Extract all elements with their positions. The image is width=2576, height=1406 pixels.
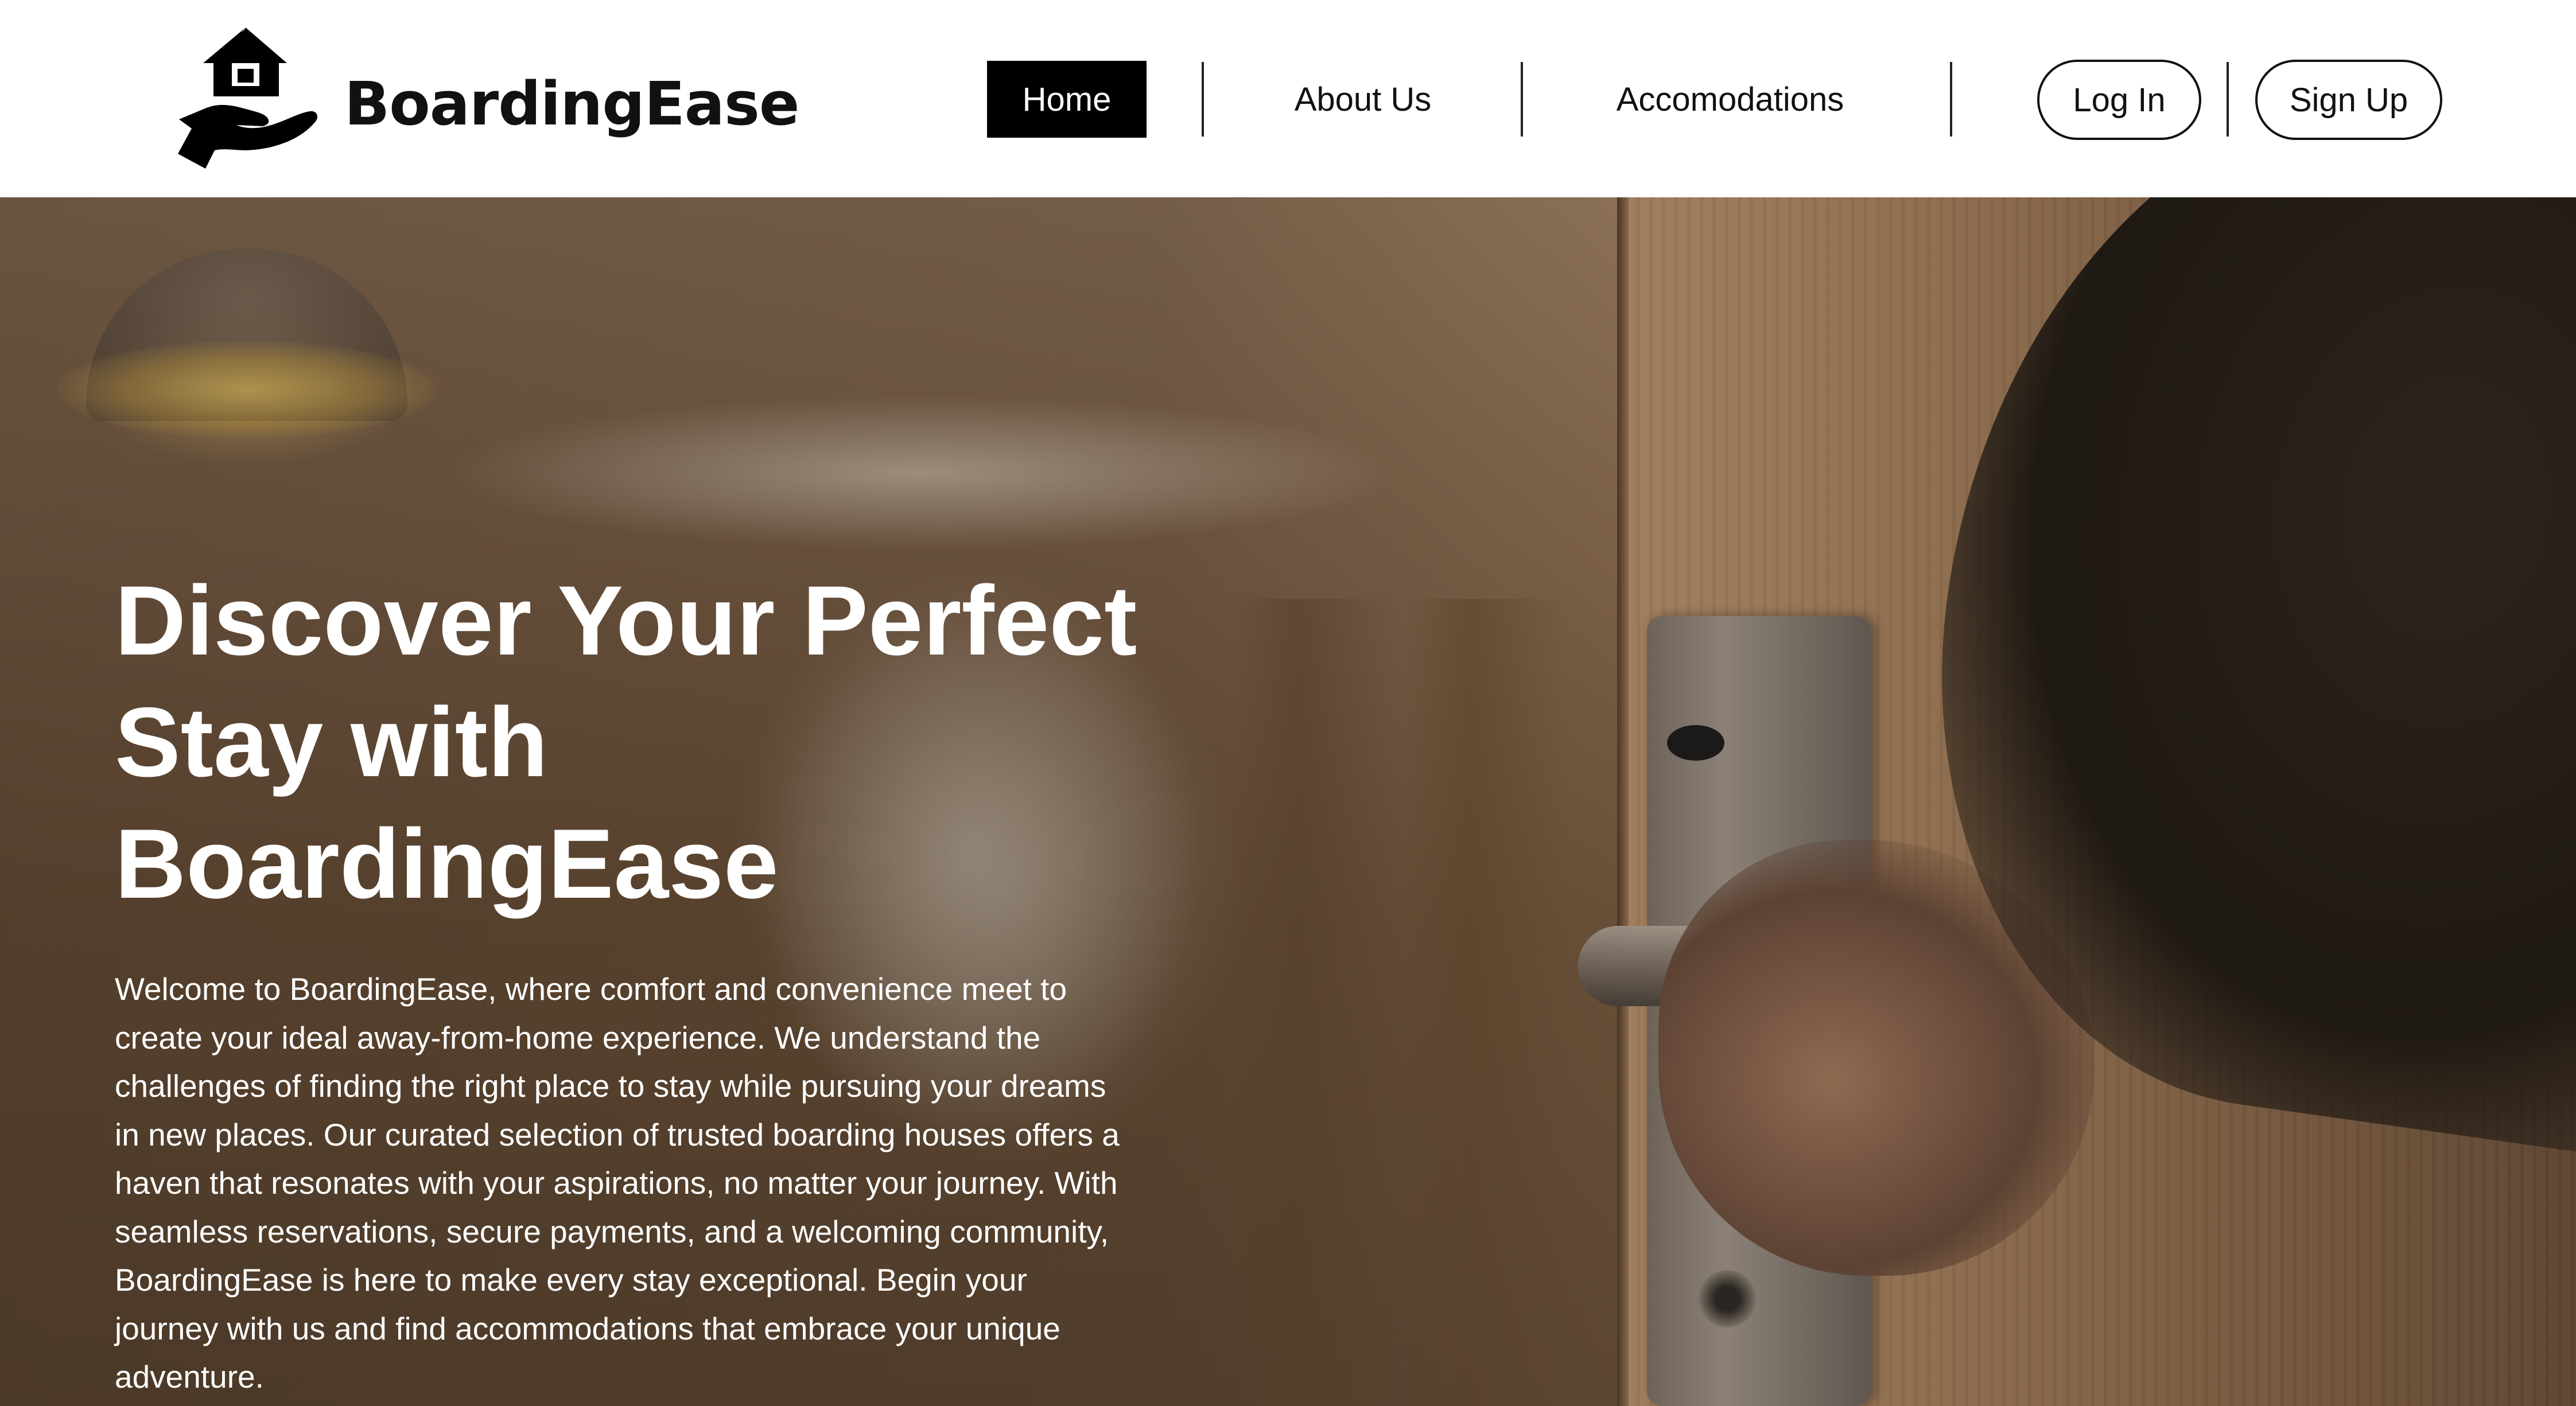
nav-accomodations-link[interactable]: Accomodations bbox=[1572, 61, 1888, 138]
hero-description: Welcome to BoardingEase, where comfort a… bbox=[115, 971, 1120, 1395]
login-button[interactable]: Log In bbox=[2037, 60, 2201, 140]
nav-divider bbox=[1521, 62, 1523, 137]
house-in-hand-icon bbox=[172, 28, 321, 171]
nav-home-link[interactable]: Home bbox=[987, 61, 1147, 138]
nav-divider bbox=[2227, 62, 2229, 137]
nav-divider bbox=[1950, 62, 1952, 137]
hero-section: Discover Your Perfect Stay with Boarding… bbox=[0, 197, 2576, 1406]
signup-button[interactable]: Sign Up bbox=[2255, 60, 2442, 140]
hero-title: Discover Your Perfect Stay with Boarding… bbox=[115, 566, 1137, 919]
nav-about-us-link[interactable]: About Us bbox=[1245, 61, 1481, 138]
brand-logo[interactable]: BoardingEase bbox=[172, 28, 799, 171]
site-header: BoardingEase Home About Us Accomodations… bbox=[0, 0, 2576, 197]
nav-divider bbox=[1202, 62, 1204, 137]
brand-name: BoardingEase bbox=[344, 69, 799, 139]
